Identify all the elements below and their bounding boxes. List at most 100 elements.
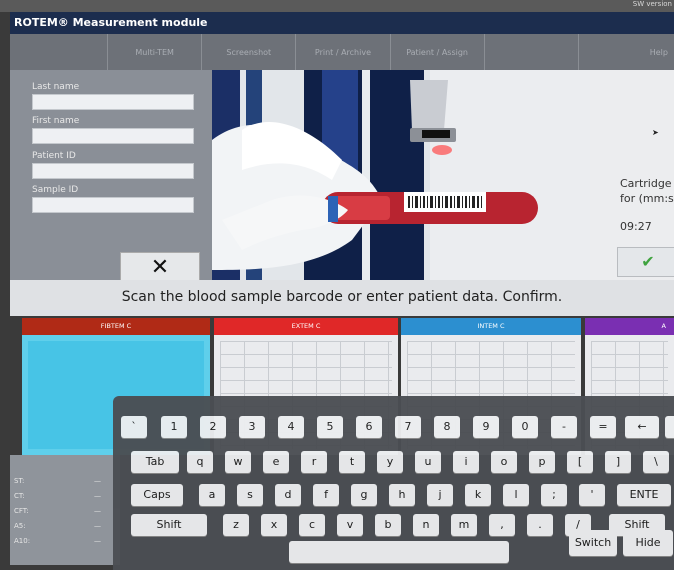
tab-blank[interactable]: [10, 34, 109, 70]
key-1[interactable]: 1: [161, 416, 187, 438]
last-name-label: Last name: [32, 82, 80, 92]
key-7[interactable]: 7: [395, 416, 421, 438]
key-k[interactable]: k: [465, 484, 491, 506]
key-u[interactable]: u: [415, 451, 441, 473]
cartridge-line1: Cartridge u: [620, 177, 674, 190]
key-q[interactable]: q: [187, 451, 213, 473]
window-title: ROTEM® Measurement module: [10, 12, 674, 34]
confirm-button[interactable]: ✔: [617, 247, 674, 277]
switch-key[interactable]: Switch: [569, 530, 617, 556]
key-backtick[interactable]: `: [121, 416, 147, 438]
key-v[interactable]: v: [337, 514, 363, 536]
tab-aptem[interactable]: A: [585, 318, 674, 335]
on-screen-keyboard: ` 1 2 3 4 5 6 7 8 9 0 - = ← Tab q w e r …: [113, 396, 674, 570]
tab-empty[interactable]: [485, 34, 579, 70]
param-st-label: ST:: [14, 477, 25, 485]
tab-print-archive[interactable]: Print / Archive: [296, 34, 391, 70]
backspace-key[interactable]: ←: [625, 416, 659, 438]
param-cft-label: CFT:: [14, 507, 29, 515]
param-st-value: —: [94, 477, 101, 485]
key-h[interactable]: h: [389, 484, 415, 506]
key-o[interactable]: o: [491, 451, 517, 473]
patient-id-field[interactable]: [32, 163, 194, 179]
cartridge-line2: for (mm:ss): [620, 192, 674, 205]
cursor-arrow-icon: ➤: [652, 128, 659, 137]
param-a10-value: —: [94, 537, 101, 545]
instruction-text: Scan the blood sample barcode or enter p…: [10, 280, 674, 316]
version-text: SW version: [632, 0, 672, 8]
tab-key[interactable]: Tab: [131, 451, 179, 473]
key-9[interactable]: 9: [473, 416, 499, 438]
first-name-label: First name: [32, 116, 80, 126]
parameters-panel: ST: — CT: — CFT: — A5: — A10: —: [10, 455, 120, 565]
left-shift-key[interactable]: Shift: [131, 514, 207, 536]
key-e[interactable]: e: [263, 451, 289, 473]
param-cft-value: —: [94, 507, 101, 515]
key-t[interactable]: t: [339, 451, 365, 473]
key-d[interactable]: d: [275, 484, 301, 506]
key-r[interactable]: r: [301, 451, 327, 473]
tab-extem[interactable]: EXTEM C: [214, 318, 398, 335]
key-period[interactable]: .: [527, 514, 553, 536]
key-f[interactable]: f: [313, 484, 339, 506]
key-bracket-left[interactable]: [: [567, 451, 593, 473]
key-4[interactable]: 4: [278, 416, 304, 438]
key-b[interactable]: b: [375, 514, 401, 536]
first-name-field[interactable]: [32, 128, 194, 144]
key-a[interactable]: a: [199, 484, 225, 506]
key-bracket-right[interactable]: ]: [605, 451, 631, 473]
key-0[interactable]: 0: [512, 416, 538, 438]
key-s[interactable]: s: [237, 484, 263, 506]
tab-multitem[interactable]: Multi-TEM: [108, 34, 203, 70]
scan-illustration-svg: [212, 70, 590, 280]
cartridge-text: Cartridge u for (mm:ss): [620, 176, 674, 206]
key-g[interactable]: g: [351, 484, 377, 506]
param-a5-value: —: [94, 522, 101, 530]
key-3[interactable]: 3: [239, 416, 265, 438]
key-8[interactable]: 8: [434, 416, 460, 438]
key-quote[interactable]: ': [579, 484, 605, 506]
param-ct-label: CT:: [14, 492, 25, 500]
tab-help[interactable]: Help: [579, 34, 674, 70]
sample-id-label: Sample ID: [32, 185, 79, 195]
sample-id-field[interactable]: [32, 197, 194, 213]
key-c[interactable]: c: [299, 514, 325, 536]
tab-screenshot[interactable]: Screenshot: [202, 34, 297, 70]
param-a5-label: A5:: [14, 522, 26, 530]
key-minus[interactable]: -: [551, 416, 577, 438]
last-name-field[interactable]: [32, 94, 194, 110]
key-p[interactable]: p: [529, 451, 555, 473]
screen: SW version ROTEM® Measurement module Mul…: [0, 0, 674, 570]
key-i[interactable]: i: [453, 451, 479, 473]
key-6[interactable]: 6: [356, 416, 382, 438]
enter-key[interactable]: ENTE: [617, 484, 671, 506]
cartridge-panel: ➤ Cartridge u for (mm:ss) 09:27 ✔: [590, 70, 674, 280]
caps-key[interactable]: Caps: [131, 484, 183, 506]
key-equals[interactable]: =: [590, 416, 616, 438]
key-j[interactable]: j: [427, 484, 453, 506]
barcode-scan-illustration: [212, 70, 590, 280]
tab-patient-assign[interactable]: Patient / Assign: [391, 34, 485, 70]
patient-id-label: Patient ID: [32, 151, 76, 161]
key-n[interactable]: n: [413, 514, 439, 536]
param-ct-value: —: [94, 492, 101, 500]
key-m[interactable]: m: [451, 514, 477, 536]
key-comma[interactable]: ,: [489, 514, 515, 536]
space-key[interactable]: [289, 541, 509, 563]
key-row1-edge[interactable]: [665, 416, 674, 438]
tab-intem[interactable]: INTEM C: [401, 318, 581, 335]
key-semicolon[interactable]: ;: [541, 484, 567, 506]
key-x[interactable]: x: [261, 514, 287, 536]
key-2[interactable]: 2: [200, 416, 226, 438]
key-l[interactable]: l: [503, 484, 529, 506]
key-5[interactable]: 5: [317, 416, 343, 438]
key-backslash[interactable]: \: [643, 451, 669, 473]
param-a10-label: A10:: [14, 537, 31, 545]
key-y[interactable]: y: [377, 451, 403, 473]
top-strip: SW version: [0, 0, 674, 12]
tab-fibtem[interactable]: FIBTEM C: [22, 318, 210, 335]
key-w[interactable]: w: [225, 451, 251, 473]
hide-key[interactable]: Hide: [623, 530, 673, 556]
tab-bar: Multi-TEM Screenshot Print / Archive Pat…: [10, 34, 674, 70]
key-z[interactable]: z: [223, 514, 249, 536]
